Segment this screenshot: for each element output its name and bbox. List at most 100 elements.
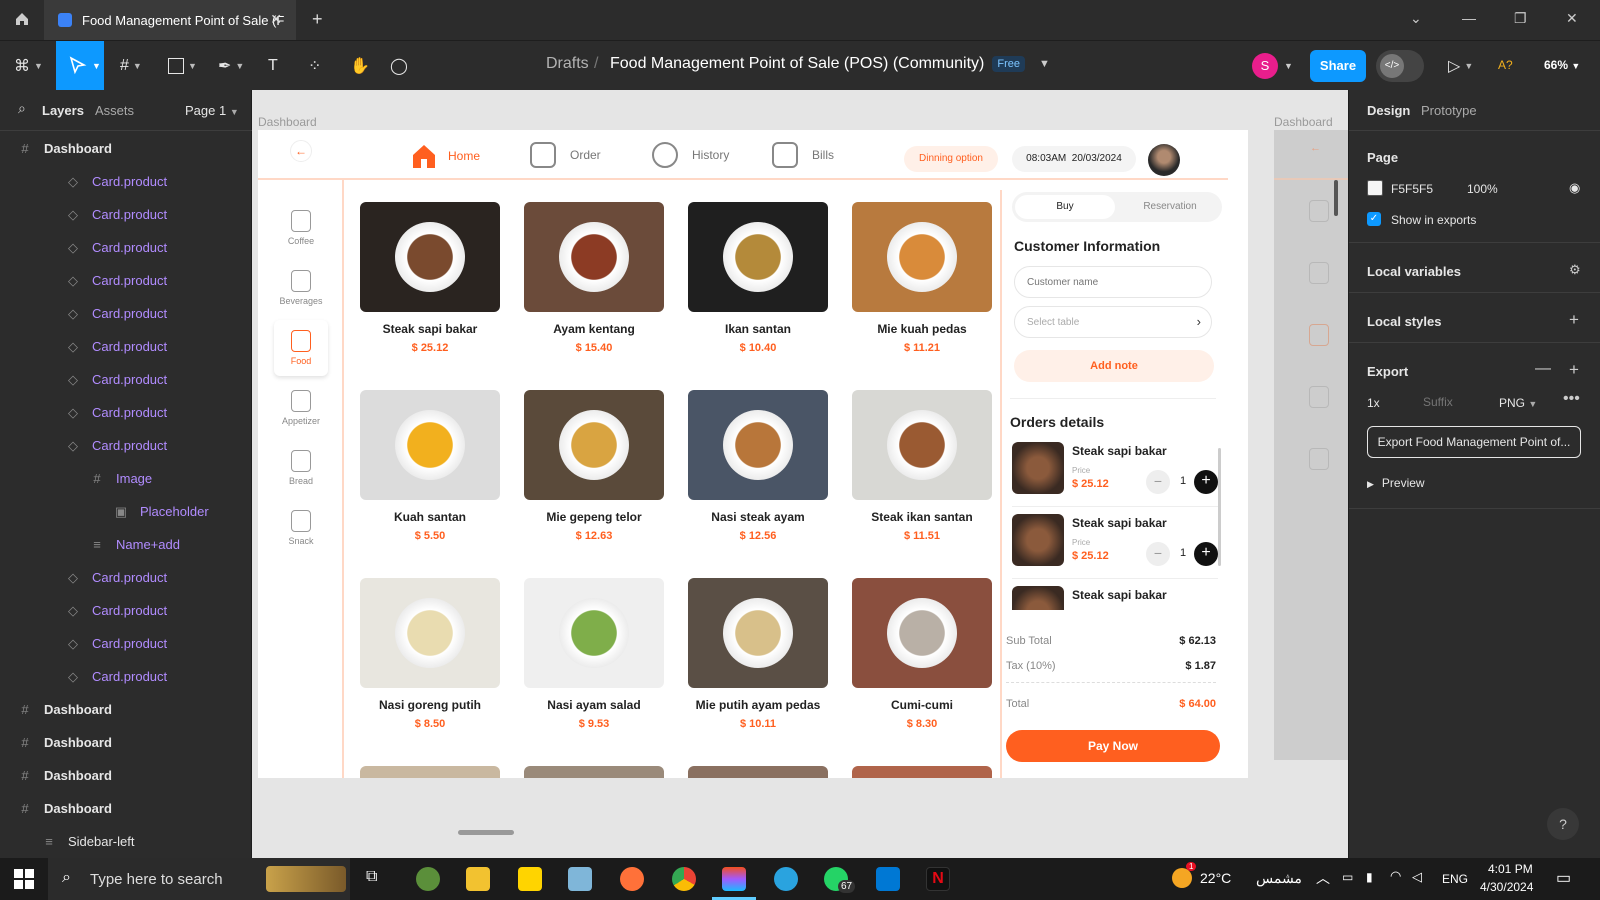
new-tab-button[interactable]: + — [312, 9, 323, 30]
file-tab[interactable]: Food Management Point of Sale (F ✕ — [44, 0, 296, 40]
page-color-swatch[interactable] — [1367, 180, 1383, 196]
page-color-value[interactable]: F5F5F5 — [1391, 182, 1433, 196]
main-menu-button[interactable]: ⌘ ▼ — [14, 53, 43, 79]
order-item[interactable]: Steak sapi bakar Price $ 25.12 −1 + — [1012, 514, 1222, 579]
category-food[interactable]: Food — [274, 320, 328, 376]
product-card-partial[interactable] — [360, 766, 500, 778]
weather-text[interactable]: مشمس — [1256, 870, 1302, 887]
product-card-partial[interactable] — [524, 766, 664, 778]
home-icon[interactable] — [14, 11, 30, 27]
ai-label[interactable]: A? — [1498, 58, 1513, 72]
minimize-icon[interactable]: — — [1462, 10, 1476, 26]
frame-label[interactable]: Dashboard — [258, 115, 317, 129]
zoom-menu[interactable]: 66% ▼ — [1544, 58, 1580, 72]
vscode-icon[interactable] — [876, 867, 900, 891]
product-card-partial[interactable] — [688, 766, 828, 778]
avatar[interactable] — [1148, 144, 1180, 176]
dev-mode-toggle[interactable]: </> — [1376, 50, 1424, 82]
layer-row[interactable]: ◇ Card.product — [0, 165, 252, 198]
category-coffee[interactable]: Coffee — [274, 200, 328, 256]
product-card[interactable]: Mie gepeng telor $ 12.63 — [524, 390, 664, 542]
category-beverages[interactable]: Beverages — [274, 260, 328, 316]
pos-dashboard-frame[interactable]: ← Home Order History Bills Dinning optio… — [258, 130, 1248, 778]
hand-tool-button[interactable]: ✋ — [350, 53, 370, 79]
dining-option-button[interactable]: Dinning option — [904, 146, 998, 172]
taskbar-search[interactable]: ⌕ Type here to search — [48, 858, 350, 900]
user-avatar[interactable]: S — [1252, 53, 1278, 79]
product-card[interactable]: Ikan santan $ 10.40 — [688, 202, 828, 354]
adjacent-dashboard-frame[interactable]: ← — [1274, 130, 1348, 760]
export-scale-value[interactable]: 1x — [1367, 396, 1380, 410]
text-tool-button[interactable]: T — [268, 53, 278, 79]
help-button[interactable]: ? — [1547, 808, 1579, 840]
layer-row[interactable]: ≡ Name+add — [0, 528, 252, 561]
layer-row[interactable]: ◇ Card.product — [0, 198, 252, 231]
category-bread[interactable]: Bread — [274, 440, 328, 496]
layer-row[interactable]: ◇ Card.product — [0, 660, 252, 693]
close-window-icon[interactable]: ✕ — [1566, 10, 1578, 27]
order-item[interactable]: Steak sapi bakar Price $ 25.12 −1 + — [1012, 442, 1222, 507]
layer-row[interactable]: ◇ Card.product — [0, 561, 252, 594]
tab-buy[interactable]: Buy — [1015, 195, 1115, 219]
device-icon[interactable]: ▭ — [1342, 870, 1353, 884]
close-tab-icon[interactable]: ✕ — [270, 11, 282, 28]
increase-qty-button[interactable]: + — [1194, 542, 1218, 566]
select-table-field[interactable]: Select table › — [1014, 306, 1212, 338]
export-button[interactable]: Export Food Management Point of... — [1367, 426, 1581, 458]
nav-order[interactable]: Order — [530, 142, 601, 168]
variables-settings-icon[interactable]: ⚙ — [1569, 262, 1581, 278]
layer-row[interactable]: ◇ Card.product — [0, 363, 252, 396]
sticky-notes-icon[interactable] — [518, 867, 542, 891]
show-in-exports-checkbox[interactable]: ✓ — [1367, 212, 1381, 226]
battery-icon[interactable]: ▮ — [1366, 870, 1373, 884]
decrease-qty-button[interactable]: − — [1146, 470, 1170, 494]
product-card-partial[interactable] — [852, 766, 992, 778]
notifications-icon[interactable]: ▭ — [1556, 868, 1571, 888]
layer-row[interactable]: # Dashboard — [0, 693, 252, 726]
tab-design[interactable]: Design — [1367, 103, 1410, 118]
telegram-icon[interactable] — [774, 867, 798, 891]
product-card[interactable]: Cumi-cumi $ 8.30 — [852, 578, 992, 730]
page-opacity-value[interactable]: 100% — [1467, 182, 1498, 196]
nav-home[interactable]: Home — [410, 142, 480, 170]
file-explorer-icon[interactable] — [466, 867, 490, 891]
shape-tool-button[interactable]: ▼ — [168, 53, 197, 79]
tab-assets[interactable]: Assets — [95, 103, 134, 118]
more-options-icon[interactable]: ••• — [1563, 390, 1580, 408]
resources-tool-button[interactable]: ⁘ — [308, 53, 321, 79]
product-card[interactable]: Steak sapi bakar $ 25.12 — [360, 202, 500, 354]
layer-row[interactable]: # Dashboard — [0, 792, 252, 825]
product-card[interactable]: Ayam kentang $ 15.40 — [524, 202, 664, 354]
customer-name-input[interactable] — [1014, 266, 1212, 298]
temperature[interactable]: 22°C — [1200, 870, 1231, 886]
product-card[interactable]: Kuah santan $ 5.50 — [360, 390, 500, 542]
layer-row[interactable]: ▣ Placeholder — [0, 495, 252, 528]
task-view-icon[interactable]: ⧉ — [366, 868, 377, 886]
clock-date[interactable]: 4/30/2024 — [1480, 880, 1533, 894]
figma-icon[interactable] — [722, 867, 746, 891]
add-style-icon[interactable]: + — [1569, 310, 1579, 330]
clock-time[interactable]: 4:01 PM — [1488, 862, 1533, 876]
move-tool-button[interactable]: ▼ — [56, 41, 104, 91]
back-button[interactable]: ← — [290, 140, 312, 162]
category-appetizer[interactable]: Appetizer — [274, 380, 328, 436]
orders-scrollbar[interactable] — [1218, 448, 1221, 566]
chevron-up-icon[interactable]: ︿ — [1316, 868, 1330, 888]
product-card[interactable]: Nasi steak ayam $ 12.56 — [688, 390, 828, 542]
product-card[interactable]: Nasi ayam salad $ 9.53 — [524, 578, 664, 730]
add-note-button[interactable]: Add note — [1014, 350, 1214, 382]
start-button[interactable] — [14, 869, 34, 889]
pen-tool-button[interactable]: ✒ ▼ — [218, 53, 244, 79]
layer-row[interactable]: ◇ Card.product — [0, 627, 252, 660]
remove-export-icon[interactable]: — — [1535, 360, 1551, 378]
weather-icon[interactable] — [1172, 868, 1192, 888]
firefox-icon[interactable] — [620, 867, 644, 891]
tab-reservation[interactable]: Reservation — [1120, 195, 1220, 219]
share-button[interactable]: Share — [1310, 50, 1366, 82]
comment-tool-button[interactable]: ◯ — [390, 53, 408, 79]
product-card[interactable]: Mie putih ayam pedas $ 10.11 — [688, 578, 828, 730]
file-title[interactable]: Food Management Point of Sale (POS) (Com… — [610, 55, 1050, 73]
layer-row[interactable]: ◇ Card.product — [0, 330, 252, 363]
pay-now-button[interactable]: Pay Now — [1006, 730, 1220, 762]
layer-row[interactable]: ≡ Sidebar-left — [0, 825, 252, 858]
